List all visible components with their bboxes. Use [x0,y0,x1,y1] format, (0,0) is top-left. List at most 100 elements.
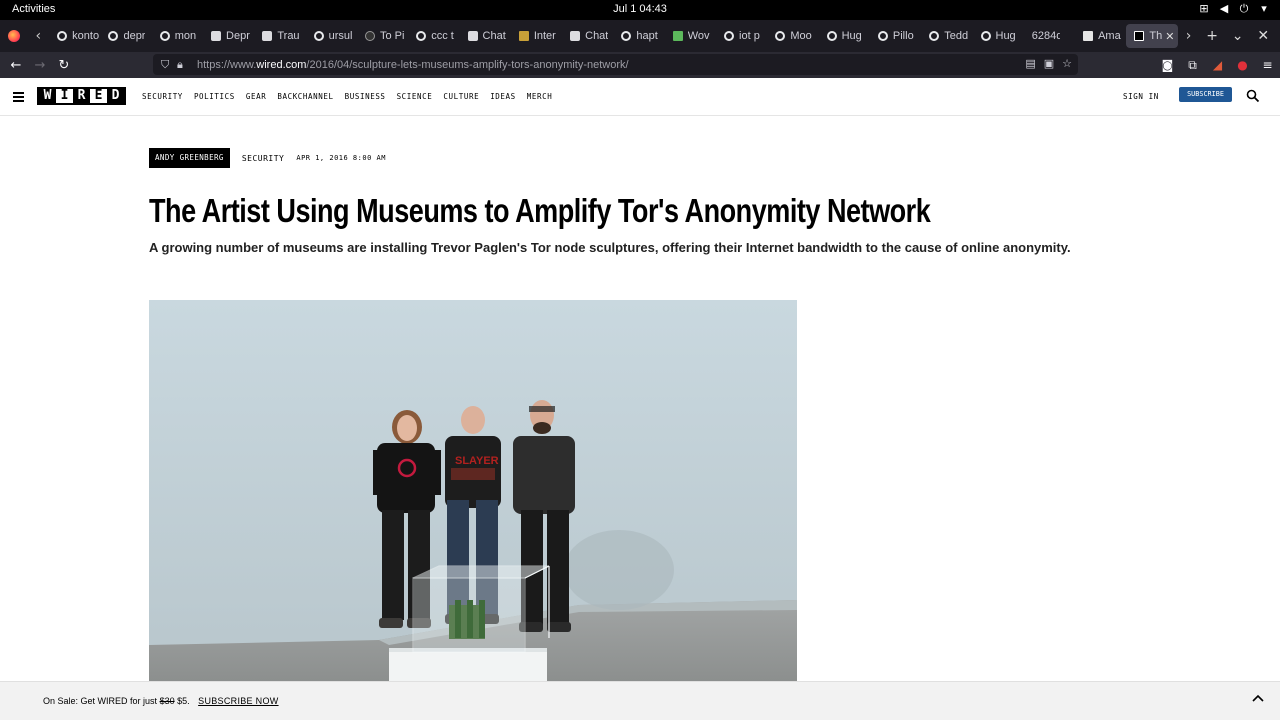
extension-badge-icon[interactable]: ● [1230,58,1255,72]
google-icon [775,31,786,41]
tab-title: iot p [739,30,760,42]
tab-title: Inter [533,30,556,42]
new-tab-button[interactable]: + [1199,20,1225,52]
google-icon [416,31,427,41]
article-dek: A growing number of museums are installi… [149,240,1071,255]
logo-letter: E [90,89,107,103]
bookmark-star-icon[interactable]: ☆ [1062,57,1072,70]
window-close-button[interactable]: ✕ [1250,20,1276,52]
system-tray[interactable]: ⊞ ◀ ⏻ ▾ [1198,2,1270,16]
tab-10[interactable]: Chat [562,20,613,52]
nav-business[interactable]: BUSINESS [345,92,386,101]
logo-letter: W [39,89,56,103]
wired-logo[interactable]: WIRED [37,87,126,105]
tab-scroll-left-button[interactable]: ‹ [28,20,50,52]
svg-text:SLAYER: SLAYER [455,455,499,467]
nav-gear[interactable]: GEAR [246,92,266,101]
screenshot-icon[interactable]: ▣ [1044,57,1054,70]
tab-title: Chat [585,30,609,42]
tab-scroll-right-button[interactable]: › [1178,20,1200,52]
tab-21[interactable]: Th ✕ [1126,24,1178,48]
extensions-icon[interactable]: ⧉ [1180,58,1205,73]
network-icon[interactable]: ⊞ [1198,2,1210,16]
navigation-toolbar: ← → ↻ ⛉ 🔒︎ https://www.wired.com/2016/04… [0,52,1280,78]
url-prefix: https://www. [197,58,257,71]
github-icon [364,31,375,41]
tab-title: To Pi [379,30,405,42]
author-link[interactable]: ANDY GREENBERG [149,148,230,168]
address-bar[interactable]: ⛉ 🔒︎ https://www.wired.com/2016/04/sculp… [153,54,1078,75]
activities-button[interactable]: Activities [12,3,55,15]
clock[interactable]: Jul 1 04:43 [0,3,1280,15]
power-icon[interactable]: ⏻ [1238,2,1250,16]
tab-0[interactable]: konto [49,20,100,52]
tab-18[interactable]: Hug [973,20,1024,52]
subscribe-now-link[interactable]: SUBSCRIBE NOW [198,696,278,706]
tab-7[interactable]: ccc t [408,20,459,52]
site-nav: SECURITY POLITICS GEAR BACKCHANNEL BUSINESS S… [142,92,552,101]
url-text[interactable]: https://www.wired.com/2016/04/sculpture-… [197,59,629,71]
tab-list: konto depr mon Depr Trau ursul To Pi ccc t Chat I… [49,20,1178,52]
tab-12[interactable]: Wov [665,20,716,52]
tab-2[interactable]: mon [152,20,203,52]
pv-icon [518,31,529,41]
nav-security[interactable]: SECURITY [142,92,183,101]
tab-14[interactable]: Moo [767,20,818,52]
tab-19[interactable]: 6284db [1024,20,1075,52]
google-icon [929,31,940,41]
close-tab-icon[interactable]: ✕ [1165,30,1174,43]
nav-merch[interactable]: MERCH [527,92,553,101]
tab-title: Hug [841,30,862,42]
shield-icon[interactable]: ⛉ [161,58,177,72]
nav-science[interactable]: SCIENCE [397,92,433,101]
lock-icon[interactable]: 🔒︎ [177,58,193,72]
sign-in-link[interactable]: SIGN IN [1123,92,1159,101]
chevron-up-icon[interactable] [1251,692,1265,706]
tab-title: ccc t [431,30,454,42]
reader-view-icon[interactable]: ▤ [1025,57,1035,70]
tab-6[interactable]: To Pi [357,20,408,52]
tab-9[interactable]: Inter [511,20,562,52]
nav-politics[interactable]: POLITICS [194,92,235,101]
hamburger-menu-icon[interactable] [13,92,24,102]
tab-13[interactable]: iot p [716,20,767,52]
menu-icon[interactable]: ≡ [1255,58,1280,72]
tab-11[interactable]: hapt [613,20,664,52]
category-link[interactable]: SECURITY [242,154,285,163]
forward-button[interactable]: → [28,52,52,78]
back-button[interactable]: ← [4,52,28,78]
firefox-icon [7,30,20,42]
site-header: WIRED SECURITY POLITICS GEAR BACKCHANNEL BUS… [0,78,1280,116]
google-icon [159,31,170,41]
system-top-bar: Activities Jul 1 04:43 ⊞ ◀ ⏻ ▾ [0,0,1280,20]
list-all-tabs-button[interactable]: ⌄ [1225,20,1251,52]
tab-4[interactable]: Trau [254,20,305,52]
url-path: /2016/04/sculpture-lets-museums-amplify-… [306,58,629,71]
extension-icon[interactable]: ◢ [1205,58,1230,72]
tab-8[interactable]: Chat [460,20,511,52]
google-icon [980,31,991,41]
chevron-down-icon[interactable]: ▾ [1258,2,1270,16]
nav-culture[interactable]: CULTURE [443,92,479,101]
tab-title: Th [1149,30,1163,42]
chatgpt-icon [570,31,581,41]
firefox-view-button[interactable] [0,20,28,52]
subscribe-button[interactable]: SUBSCRIBE [1179,87,1232,102]
reload-button[interactable]: ↻ [52,52,76,78]
nav-backchannel[interactable]: BACKCHANNEL [277,92,333,101]
tab-5[interactable]: ursul [306,20,357,52]
tab-1[interactable]: depr [100,20,151,52]
search-icon[interactable] [1246,89,1260,103]
tab-16[interactable]: Pillo [870,20,921,52]
tab-3[interactable]: Depr [203,20,254,52]
tab-15[interactable]: Hug [819,20,870,52]
volume-icon[interactable]: ◀ [1218,2,1230,16]
tab-20[interactable]: Ama [1075,20,1126,52]
byline-row: ANDY GREENBERG SECURITY APR 1, 2016 8:00… [149,148,386,168]
subscription-promo-bar: On Sale: Get WIRED for just $30 $5. SUBS… [0,681,1280,720]
pocket-icon[interactable]: ◙ [1155,58,1180,72]
hero-photo: SLAYER [149,300,797,681]
nav-ideas[interactable]: IDEAS [490,92,516,101]
tab-17[interactable]: Tedd [921,20,972,52]
tab-title: Chat [482,30,506,42]
